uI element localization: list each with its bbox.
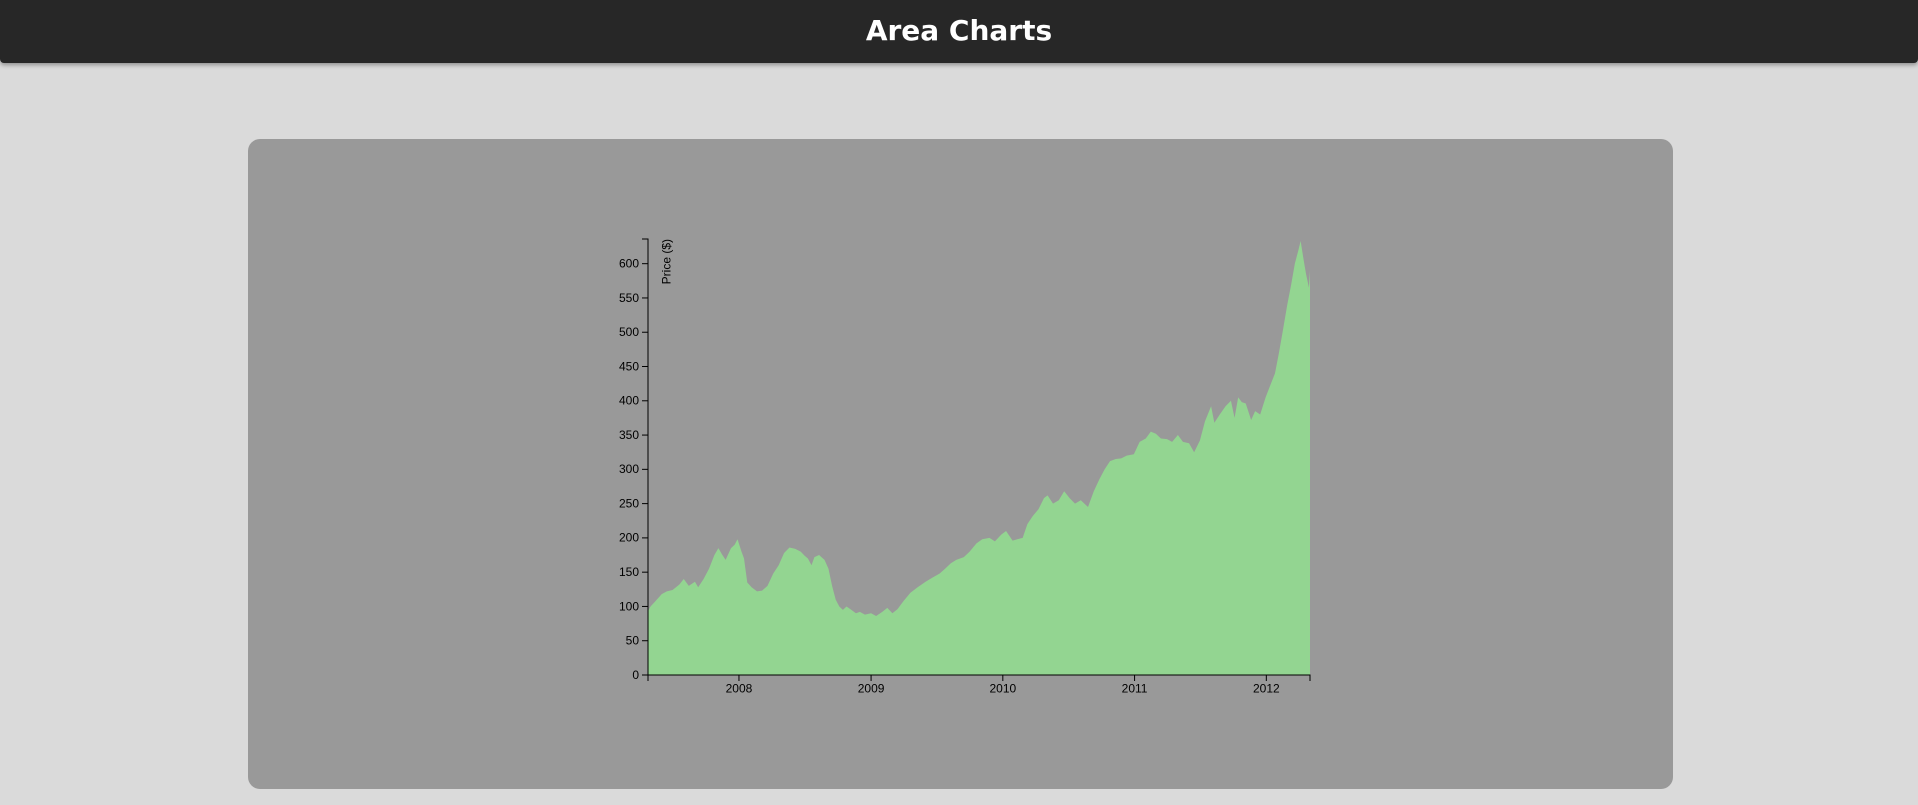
x-axis-line <box>647 674 1311 681</box>
y-tick-label: 150 <box>619 565 639 579</box>
area-chart: 0 50 100 150 200 250 300 350 400 450 500 550 600 200… <box>619 238 1311 696</box>
y-axis-line <box>642 238 649 676</box>
y-tick-label: 200 <box>619 531 639 545</box>
header-bar: Area Charts <box>0 0 1918 63</box>
y-tick-label: 450 <box>619 359 639 373</box>
y-tick-label: 250 <box>619 496 639 510</box>
y-tick-label: 350 <box>619 428 639 442</box>
x-tick-label: 2009 <box>858 682 885 696</box>
y-tick-label: 550 <box>619 291 639 305</box>
chart-plot-area: 0 50 100 150 200 250 300 350 400 450 500 550 600 200… <box>619 238 1311 696</box>
y-tick-label: 50 <box>626 634 640 648</box>
y-tick-label: 100 <box>619 599 639 613</box>
y-tick-label: 600 <box>619 257 639 271</box>
x-tick-label: 2008 <box>726 682 753 696</box>
y-axis: 0 50 100 150 200 250 300 350 400 450 500 550 600 <box>619 238 649 682</box>
x-tick-label: 2012 <box>1253 682 1280 696</box>
page-title: Area Charts <box>865 14 1053 47</box>
area-series <box>648 241 1310 675</box>
y-tick-label: 300 <box>619 462 639 476</box>
y-tick-label: 0 <box>632 668 639 682</box>
y-axis-title: Price ($) <box>660 239 674 284</box>
x-tick-label: 2011 <box>1122 682 1148 696</box>
x-tick-label: 2010 <box>989 682 1016 696</box>
chart-panel: 0 50 100 150 200 250 300 350 400 450 500 550 600 200… <box>248 139 1673 789</box>
x-axis: 2008 2009 2010 2011 2012 <box>647 674 1311 696</box>
y-tick-label: 400 <box>619 394 639 408</box>
y-tick-label: 500 <box>619 325 639 339</box>
